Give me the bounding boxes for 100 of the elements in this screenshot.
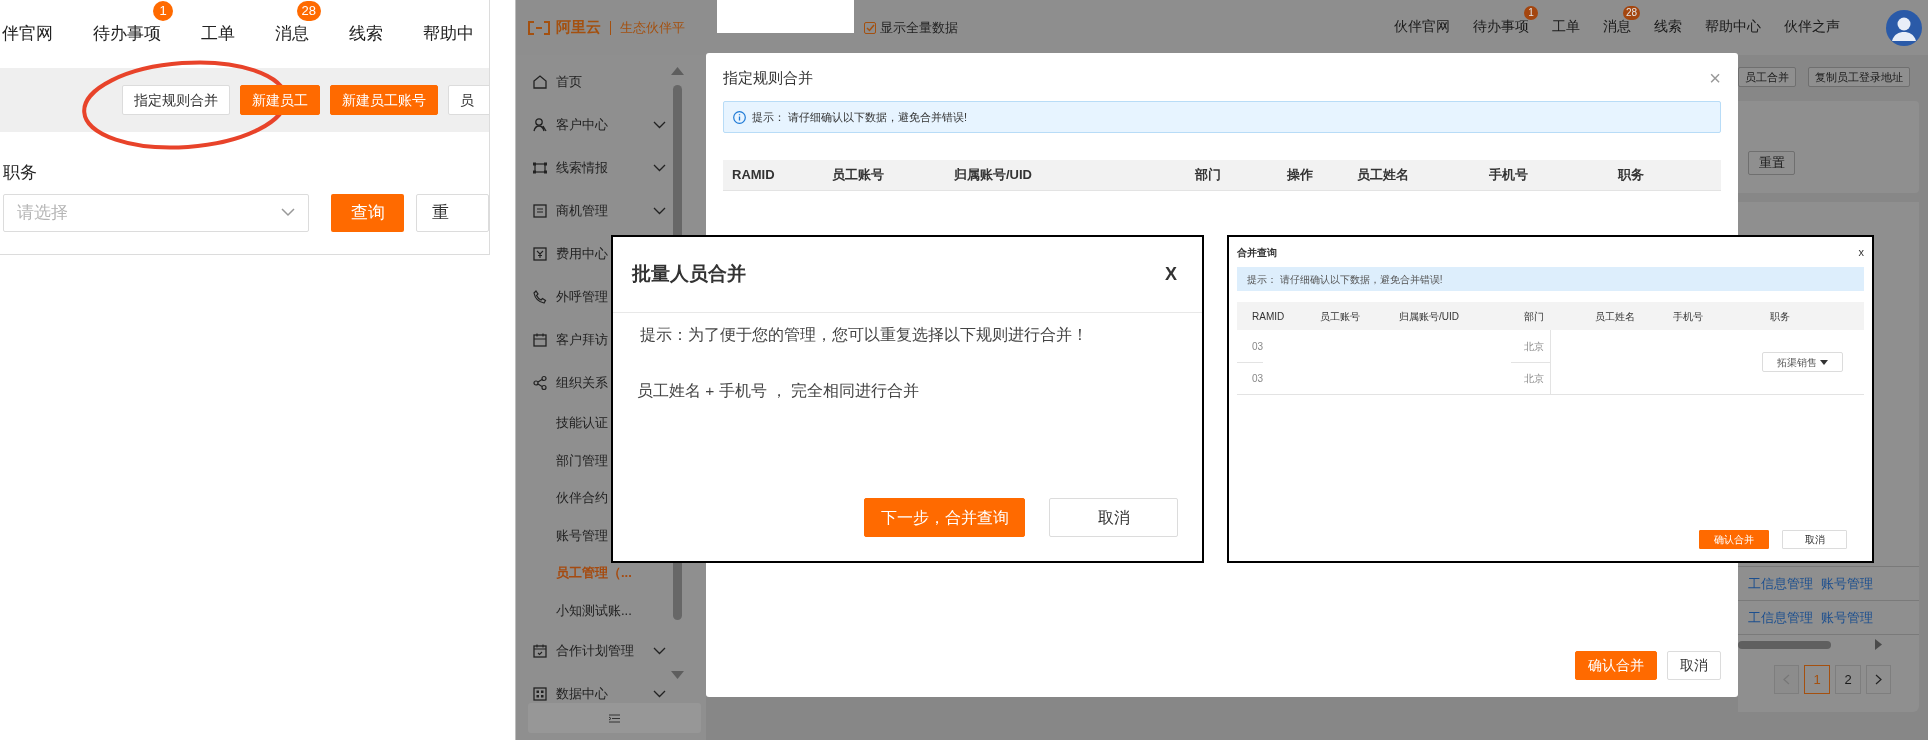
filter-button[interactable]: 查询 — [331, 193, 404, 232]
list-icon — [532, 202, 548, 219]
brand-name: 阿里云 — [556, 17, 601, 38]
next-page-button[interactable] — [1866, 665, 1891, 694]
grid-icon — [532, 685, 548, 702]
nav-link[interactable]: 待办事项 — [1473, 19, 1529, 35]
sidebar-item[interactable]: 商机管理 — [556, 200, 608, 221]
select-value: 拓渠销售 — [1777, 355, 1817, 370]
sidebar-item[interactable]: 账号管理 — [556, 525, 608, 545]
user-icon — [532, 116, 548, 133]
wallet-icon — [532, 245, 548, 262]
logo-icon — [528, 20, 550, 35]
toolbar-button[interactable]: 复制员工登录地址 — [1808, 67, 1910, 87]
table-link[interactable]: 账号管理 — [1821, 573, 1873, 594]
home-icon — [532, 73, 548, 90]
close-button[interactable]: x — [1858, 243, 1864, 261]
reset-button[interactable]: 重置 — [1748, 150, 1795, 175]
column-header: 归属账号/UID — [1399, 309, 1460, 324]
dialog-button[interactable]: 确认合并 — [1699, 530, 1769, 549]
nav-link[interactable]: 待办事项 — [93, 24, 161, 44]
info-icon — [733, 110, 746, 124]
column-header: 员工姓名 — [1595, 309, 1636, 324]
dialog-title: 批量人员合并 — [632, 262, 746, 287]
toolbar-button[interactable]: 指定规则合并 — [122, 85, 230, 115]
nav-link[interactable]: 伙伴官网 — [1394, 19, 1450, 35]
checkbox[interactable] — [864, 21, 876, 34]
sidebar-item[interactable]: 客户中心 — [556, 114, 608, 135]
count-badge: 28 — [1622, 6, 1640, 21]
chevron-icon — [653, 163, 666, 172]
column-header: 员工账号 — [832, 166, 885, 185]
sidebar-item[interactable]: 线索情报 — [556, 157, 608, 178]
sidebar-item[interactable]: 组织关系 — [556, 372, 608, 393]
dialog-button[interactable]: 取消 — [1782, 530, 1847, 549]
column-header: 手机号 — [1489, 166, 1529, 185]
count-badge: 1 — [1524, 6, 1538, 21]
column-header: RAMID — [732, 166, 776, 185]
sidebar-item[interactable]: 技能认证 — [556, 413, 608, 433]
column-header: 归属账号/UID — [954, 166, 1033, 185]
sidebar-item[interactable]: 费用中心 — [556, 243, 608, 264]
dialog-button[interactable]: 取消 — [1049, 498, 1178, 537]
close-button[interactable]: × — [1709, 68, 1721, 88]
avatar-icon[interactable] — [1886, 9, 1922, 46]
nav-link[interactable]: 线索 — [1654, 19, 1682, 35]
scroll-down-icon[interactable] — [671, 671, 684, 679]
dialog-title: 合并查询 — [1237, 245, 1277, 260]
menu-icon — [609, 713, 620, 723]
sidebar-item[interactable]: 数据中心 — [556, 683, 608, 704]
caret-icon — [1820, 359, 1828, 365]
column-header: 职务 — [1770, 309, 1791, 324]
count-badge: 1 — [153, 1, 173, 22]
column-header: 员工账号 — [1320, 309, 1361, 324]
toolbar-button[interactable]: 新建员工 — [240, 85, 320, 115]
rule-text: 员工姓名 + 手机号 ， 完全相同进行合并 — [636, 381, 921, 401]
sidebar-item[interactable]: 合作计划管理 — [556, 640, 634, 661]
column-header: 部门 — [1524, 309, 1545, 324]
toolbar-button[interactable]: 员工合并 — [1738, 67, 1796, 87]
scroll-up-icon[interactable] — [671, 67, 684, 75]
product-name: 生态伙伴平 — [620, 18, 685, 37]
dialog-button[interactable]: 取消 — [1667, 651, 1721, 680]
calendar-icon — [532, 642, 548, 659]
nav-link[interactable]: 帮助中 — [423, 24, 474, 44]
column-header: RAMID — [1252, 309, 1286, 324]
table-link[interactable]: 工信息管理 — [1748, 607, 1813, 628]
checkbox-label: 显示全量数据 — [880, 18, 958, 37]
filter-button[interactable]: 重 — [416, 193, 489, 232]
chevron-icon — [653, 206, 666, 215]
nav-link[interactable]: 线索 — [349, 24, 383, 44]
close-button[interactable]: X — [1165, 261, 1177, 288]
nav-link[interactable]: 消息 — [1603, 19, 1631, 35]
toolbar-button[interactable]: 新建员工账号 — [330, 85, 438, 115]
nav-link[interactable]: 帮助中心 — [1705, 19, 1761, 35]
page-button[interactable]: 2 — [1835, 665, 1861, 694]
nav-link[interactable]: 伴官网 — [2, 24, 53, 44]
chevron-icon — [653, 689, 666, 698]
sidebar-item[interactable]: 小知测试账... — [556, 600, 632, 620]
column-header: 操作 — [1287, 166, 1314, 185]
table-link[interactable]: 账号管理 — [1821, 607, 1873, 628]
dialog-button[interactable]: 确认合并 — [1575, 651, 1657, 680]
sidebar-item[interactable]: 客户拜访 — [556, 329, 608, 350]
nav-link[interactable]: 消息 — [275, 24, 309, 44]
sidebar-item[interactable]: 首页 — [556, 71, 582, 92]
sidebar-item[interactable]: 部门管理 — [556, 450, 608, 470]
select-field[interactable]: 拓渠销售 — [1762, 352, 1843, 372]
field-label: 职务 — [2, 162, 38, 184]
nav-link[interactable]: 伙伴之声 — [1784, 19, 1840, 35]
table-cell-text: 03 — [1252, 372, 1265, 386]
nav-link[interactable]: 工单 — [201, 24, 235, 44]
table-link[interactable]: 工信息管理 — [1748, 573, 1813, 594]
scrollbar-thumb[interactable] — [1738, 640, 1831, 649]
chevron-down-icon — [281, 208, 295, 217]
share-icon — [532, 374, 548, 391]
scroll-right-icon[interactable] — [1875, 639, 1882, 650]
chevron-icon — [653, 120, 666, 129]
nav-link[interactable]: 工单 — [1552, 19, 1580, 35]
calendar-icon — [532, 331, 548, 348]
sidebar-item[interactable]: 外呼管理 — [556, 286, 608, 307]
dialog-button[interactable]: 下一步，合并查询 — [864, 498, 1025, 537]
previous-page-button[interactable] — [1774, 665, 1799, 694]
sidebar-item[interactable]: 伙伴合约 — [556, 488, 608, 508]
toolbar-button[interactable]: 员 — [448, 85, 489, 115]
